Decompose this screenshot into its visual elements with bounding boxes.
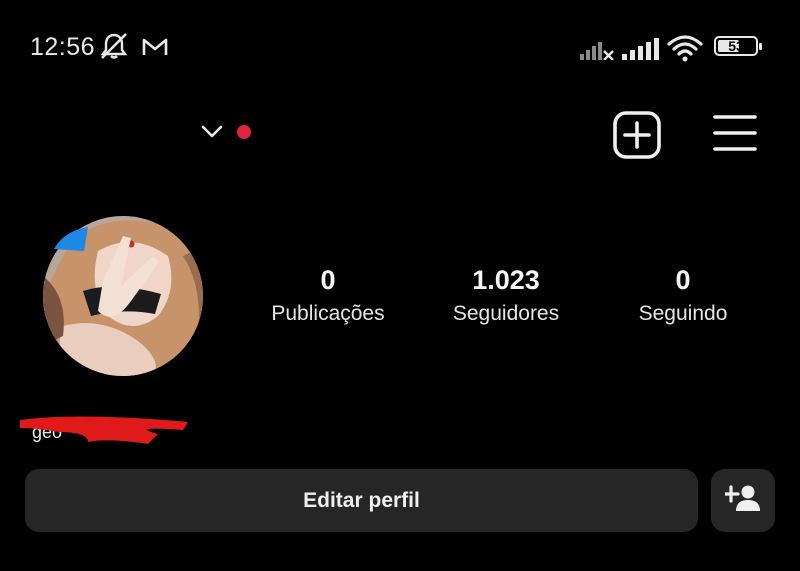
new-post-icon[interactable] <box>612 110 662 165</box>
story-accent-icon <box>52 225 92 260</box>
status-time: 12:56 <box>30 33 96 61</box>
redaction-scribble <box>18 412 193 453</box>
mute-icon <box>98 32 130 65</box>
stat-following-label: Seguindo <box>638 302 728 325</box>
chevron-down-icon[interactable] <box>200 123 224 144</box>
notification-dot <box>237 125 251 139</box>
status-bar: 12:56 53 <box>0 0 800 95</box>
stat-posts[interactable]: 0 Publicações <box>238 262 418 326</box>
signal-icon <box>622 38 660 65</box>
stat-followers[interactable]: 1.023 Seguidores <box>416 262 596 326</box>
add-user-icon <box>722 484 761 517</box>
stat-followers-count: 1.023 <box>472 265 540 295</box>
edit-profile-label: Editar perfil <box>303 488 420 512</box>
menu-icon[interactable] <box>712 112 758 161</box>
stat-posts-label: Publicações <box>271 302 385 325</box>
stat-posts-count: 0 <box>320 265 336 295</box>
stat-following-count: 0 <box>675 265 691 295</box>
signal-icon <box>580 38 616 65</box>
edit-profile-button[interactable]: Editar perfil <box>25 469 698 532</box>
stat-followers-label: Seguidores <box>452 302 560 325</box>
profile-header <box>0 95 800 175</box>
battery-level: 53 <box>728 38 744 54</box>
gmail-icon <box>142 37 168 62</box>
stat-following[interactable]: 0 Seguindo <box>593 262 773 326</box>
battery-icon: 53 <box>714 36 762 56</box>
add-user-button[interactable] <box>711 469 775 532</box>
wifi-icon <box>667 34 703 67</box>
